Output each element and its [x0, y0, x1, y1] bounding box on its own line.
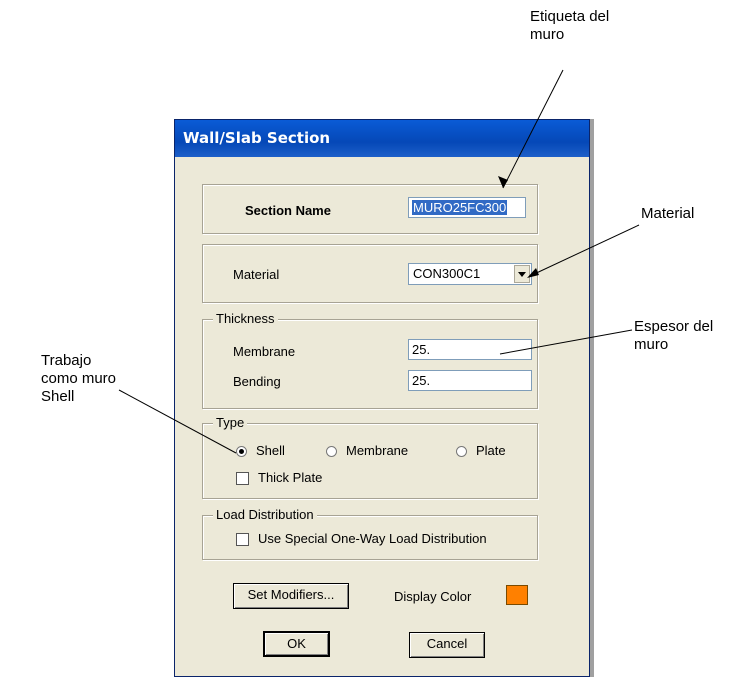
membrane-label: Membrane: [233, 344, 296, 359]
section-name-input[interactable]: MURO25FC300: [408, 197, 526, 218]
thick-plate-label: Thick Plate: [258, 470, 323, 485]
radio-plate-label: Plate: [476, 443, 506, 458]
section-name-value: MURO25FC300: [412, 200, 508, 215]
display-color-label: Display Color: [394, 589, 472, 604]
radio-membrane[interactable]: [326, 446, 337, 457]
wall-slab-section-dialog: Wall/Slab Section Section Name MURO25FC3…: [174, 119, 590, 677]
material-label: Material: [233, 267, 280, 282]
radio-shell[interactable]: [236, 446, 247, 457]
thick-plate-checkbox[interactable]: [236, 472, 249, 485]
material-group: Material CON300C1: [202, 244, 538, 303]
radio-plate[interactable]: [456, 446, 467, 457]
radio-shell-label: Shell: [256, 443, 285, 458]
set-modifiers-button[interactable]: Set Modifiers...: [233, 583, 349, 609]
dialog-frame-edge: [590, 119, 594, 677]
ok-button[interactable]: OK: [263, 631, 330, 657]
membrane-thickness-input[interactable]: 25.: [408, 339, 532, 360]
annotation-shell: Trabajo como muro Shell: [41, 352, 117, 405]
one-way-load-checkbox[interactable]: [236, 533, 249, 546]
bending-label: Bending: [233, 374, 281, 389]
dialog-title: Wall/Slab Section: [175, 120, 589, 157]
cancel-button[interactable]: Cancel: [409, 632, 485, 658]
material-select[interactable]: CON300C1: [408, 263, 532, 285]
thickness-legend: Thickness: [213, 311, 278, 327]
annotation-label-tag: Etiqueta del muro: [530, 8, 610, 43]
annotation-thickness: Espesor del muro: [634, 318, 714, 353]
chevron-down-icon[interactable]: [514, 265, 530, 283]
section-name-group: Section Name MURO25FC300: [202, 184, 538, 234]
type-legend: Type: [213, 415, 248, 431]
load-distribution-legend: Load Distribution: [213, 507, 317, 523]
thickness-group: Thickness Membrane 25. Bending 25.: [202, 311, 538, 409]
bending-thickness-input[interactable]: 25.: [408, 370, 532, 391]
section-name-label: Section Name: [245, 203, 331, 218]
material-value: CON300C1: [413, 266, 481, 281]
type-group: Type Shell Membrane Plate Thick Plate: [202, 415, 538, 499]
radio-membrane-label: Membrane: [346, 443, 409, 458]
annotation-material: Material: [641, 205, 695, 222]
load-distribution-group: Load Distribution Use Special One-Way Lo…: [202, 507, 538, 560]
one-way-load-label: Use Special One-Way Load Distribution: [258, 531, 487, 546]
display-color-swatch[interactable]: [506, 585, 528, 605]
